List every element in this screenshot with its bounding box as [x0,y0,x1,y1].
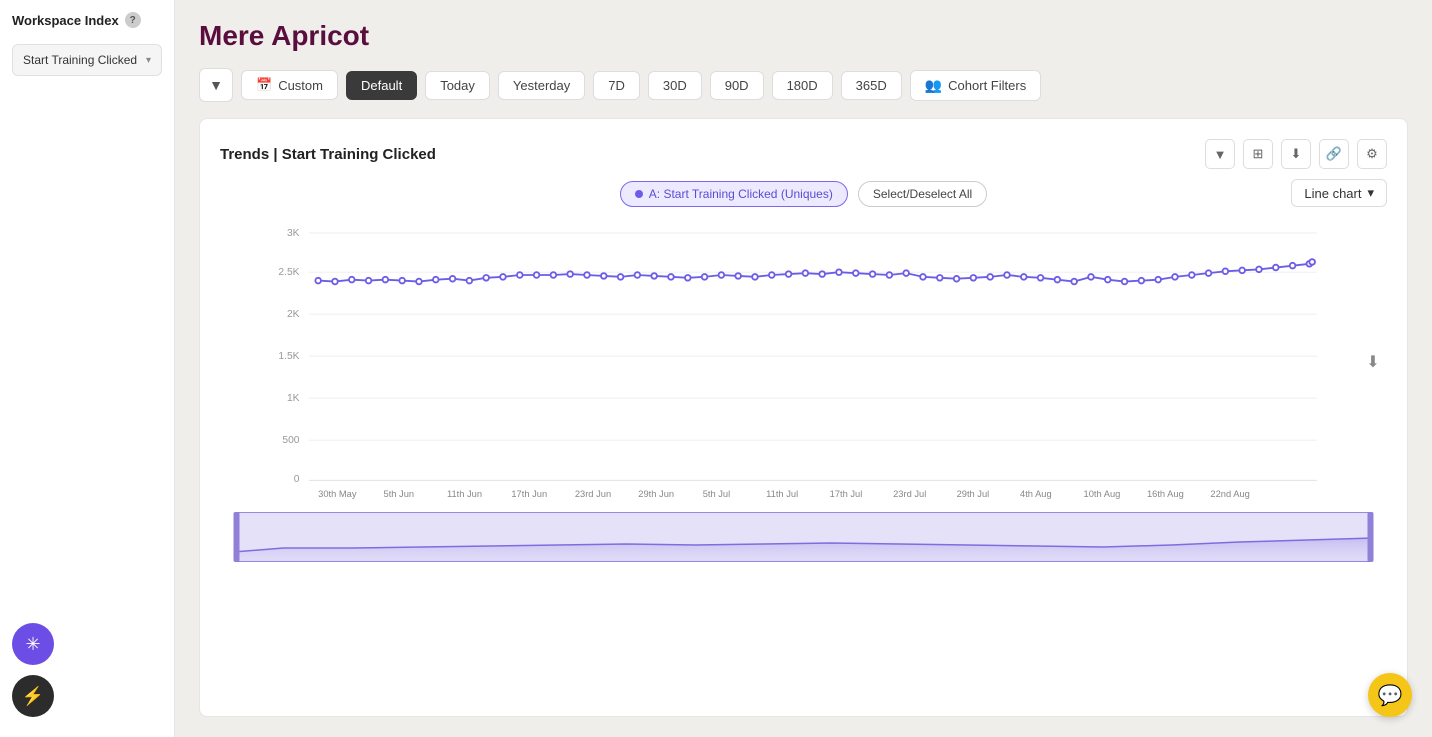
date-btn-90d[interactable]: 90D [710,71,764,100]
filter-action-icon: ▼ [1214,147,1227,162]
svg-text:10th Aug: 10th Aug [1084,489,1121,499]
180d-label: 180D [787,78,818,93]
svg-text:1.5K: 1.5K [278,351,299,362]
chart-panel: Trends | Start Training Clicked ▼ ⊞ ⬇ 🔗 … [199,118,1408,717]
svg-text:29th Jul: 29th Jul [957,489,990,499]
navigator-svg [220,512,1387,562]
svg-text:30th May: 30th May [318,489,357,499]
svg-text:11th Jul: 11th Jul [766,489,798,499]
svg-text:22nd Aug: 22nd Aug [1210,489,1249,499]
date-btn-default[interactable]: Default [346,71,417,100]
default-label: Default [361,78,402,93]
chat-button[interactable]: 💬 [1368,673,1412,717]
date-btn-7d[interactable]: 7D [593,71,640,100]
7d-label: 7D [608,78,625,93]
date-btn-365d[interactable]: 365D [841,71,902,100]
30d-label: 30D [663,78,687,93]
svg-text:0: 0 [294,474,300,485]
svg-text:500: 500 [282,435,299,446]
yesterday-label: Yesterday [513,78,570,93]
main-content: Mere Apricot ▼ 📅 Custom Default Today Ye… [175,0,1432,737]
gear-icon: ⚙ [1366,146,1378,162]
filter-action-button[interactable]: ▼ [1205,139,1235,169]
date-btn-today[interactable]: Today [425,71,490,100]
filter-icon-button[interactable]: ▼ [199,68,233,102]
svg-text:17th Jun: 17th Jun [511,489,547,499]
svg-text:5th Jul: 5th Jul [703,489,730,499]
chat-icon: 💬 [1378,683,1403,708]
svg-text:17th Jul: 17th Jul [830,489,863,499]
svg-text:11th Jun: 11th Jun [447,489,482,499]
calendar-icon: 📅 [256,77,272,93]
select-deselect-all-button[interactable]: Select/Deselect All [858,181,987,207]
svg-text:5th Jun: 5th Jun [384,489,415,499]
settings-action-button[interactable]: ⚙ [1357,139,1387,169]
mini-navigator-chart[interactable] [220,512,1387,562]
grid-icon: ⊞ [1253,146,1264,162]
chart-title: Trends | Start Training Clicked [220,146,436,163]
svg-text:23rd Jul: 23rd Jul [893,489,926,499]
sidebar-nav-label: Start Training Clicked [23,53,137,67]
line-chart-label: Line chart [1304,186,1361,201]
sidebar-nav-item[interactable]: Start Training Clicked ▾ [12,44,162,76]
cohort-icon: 👥 [925,77,942,94]
help-icon[interactable]: ? [125,12,141,28]
chart-actions: ▼ ⊞ ⬇ 🔗 ⚙ [1205,139,1387,169]
chevron-down-icon: ▾ [1367,185,1374,201]
date-btn-30d[interactable]: 30D [648,71,702,100]
svg-text:16th Aug: 16th Aug [1147,489,1184,499]
page-title: Mere Apricot [199,20,1408,52]
link-action-button[interactable]: 🔗 [1319,139,1349,169]
svg-text:1K: 1K [287,393,300,404]
legend-item[interactable]: A: Start Training Clicked (Uniques) [620,181,848,207]
365d-label: 365D [856,78,887,93]
legend-area: A: Start Training Clicked (Uniques) Sele… [220,181,1387,207]
download-icon: ⬇ [1291,146,1302,162]
svg-text:23rd Jun: 23rd Jun [575,489,611,499]
custom-label: Custom [278,78,323,93]
custom-date-button[interactable]: 📅 Custom [241,70,338,100]
legend-dot [635,190,643,198]
grid-action-button[interactable]: ⊞ [1243,139,1273,169]
bolt-icon-button[interactable]: ⚡ [12,675,54,717]
date-btn-180d[interactable]: 180D [772,71,833,100]
chart-type-selector[interactable]: Line chart ▾ [1291,179,1387,207]
workspace-index-label: Workspace Index [12,13,119,28]
download-action-button[interactable]: ⬇ [1281,139,1311,169]
chart-svg-container: ⬇ 3K 2.5K 2K 1.5K 1K 500 0 30th May [220,219,1387,504]
svg-text:2.5K: 2.5K [278,267,299,278]
filter-icon: ▼ [209,77,223,93]
cohort-label: Cohort Filters [948,78,1026,93]
star-icon-button[interactable]: ✳ [12,623,54,665]
link-icon: 🔗 [1326,146,1342,162]
90d-label: 90D [725,78,749,93]
filter-bar: ▼ 📅 Custom Default Today Yesterday 7D 30… [199,68,1408,102]
sidebar: Workspace Index ? Start Training Clicked… [0,0,175,737]
chevron-down-icon: ▾ [146,55,151,66]
legend-label: A: Start Training Clicked (Uniques) [649,187,833,201]
svg-text:2K: 2K [287,309,300,320]
svg-text:29th Jun: 29th Jun [638,489,674,499]
sidebar-header: Workspace Index ? [12,12,162,28]
line-chart-svg: 3K 2.5K 2K 1.5K 1K 500 0 30th May 5th Ju… [220,219,1387,499]
svg-text:3K: 3K [287,228,300,239]
chart-download-button[interactable]: ⬇ [1359,348,1387,376]
chart-header: Trends | Start Training Clicked ▼ ⊞ ⬇ 🔗 … [220,139,1387,169]
cohort-filters-button[interactable]: 👥 Cohort Filters [910,70,1041,101]
svg-text:4th Aug: 4th Aug [1020,489,1052,499]
today-label: Today [440,78,475,93]
sidebar-bottom-icons: ✳ ⚡ [12,623,54,717]
date-btn-yesterday[interactable]: Yesterday [498,71,585,100]
